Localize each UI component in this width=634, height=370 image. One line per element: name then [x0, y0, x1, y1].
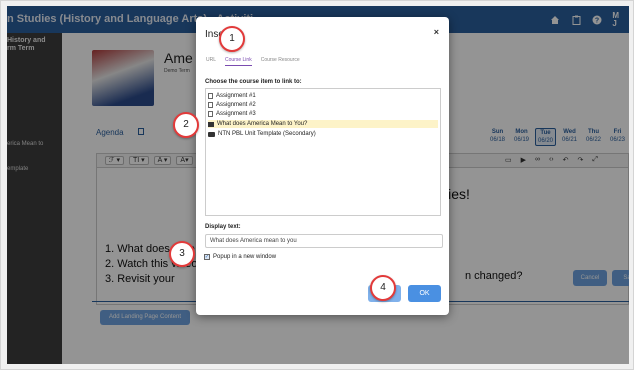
tab-course-resource[interactable]: Course Resource: [261, 57, 300, 66]
callout-marker-2: 2: [173, 112, 199, 138]
insert-link-dialog: Insert × URL Course Link Course Resource…: [196, 17, 449, 315]
app-window: n Studies (History and Language Arts) - …: [7, 6, 629, 364]
popup-label: Popup in a new window: [213, 254, 277, 260]
document-icon: [208, 93, 213, 99]
popup-option: ✓ Popup in a new window: [204, 254, 276, 260]
document-icon: [208, 111, 213, 117]
link-type-tabs: URL Course Link Course Resource: [206, 57, 300, 66]
list-item-what-does-america-mean[interactable]: What does America Mean to You?: [208, 120, 438, 128]
folder-icon: [208, 131, 215, 137]
course-item-list[interactable]: Assignment #1 Assignment #2 Assignment #…: [205, 88, 441, 216]
list-item-assignment-2[interactable]: Assignment #2: [208, 101, 438, 109]
list-item-label: NTN PBL Unit Template (Secondary): [218, 131, 316, 137]
list-item-assignment-1[interactable]: Assignment #1: [208, 92, 438, 100]
display-text-label: Display text:: [205, 224, 241, 230]
callout-marker-3: 3: [169, 241, 195, 267]
list-item-ntn-pbl-template[interactable]: NTN PBL Unit Template (Secondary): [208, 130, 438, 138]
callout-marker-4: 4: [370, 275, 396, 301]
tab-url[interactable]: URL: [206, 57, 216, 66]
close-icon[interactable]: ×: [434, 27, 439, 37]
callout-marker-1: 1: [219, 26, 245, 52]
list-item-label: Assignment #1: [216, 93, 256, 99]
list-item-assignment-3[interactable]: Assignment #3: [208, 110, 438, 118]
list-item-label: Assignment #2: [216, 102, 256, 108]
choose-item-label: Choose the course item to link to:: [205, 79, 302, 85]
flag-icon: [208, 121, 214, 127]
popup-checkbox[interactable]: ✓: [204, 254, 210, 260]
list-item-label: Assignment #3: [216, 111, 256, 117]
display-text-input[interactable]: What does America mean to you: [205, 234, 443, 248]
document-icon: [208, 102, 213, 108]
list-item-label: What does America Mean to You?: [217, 121, 308, 127]
tab-course-link[interactable]: Course Link: [225, 57, 252, 66]
screenshot-frame: n Studies (History and Language Arts) - …: [0, 0, 634, 370]
ok-button[interactable]: OK: [408, 285, 441, 302]
